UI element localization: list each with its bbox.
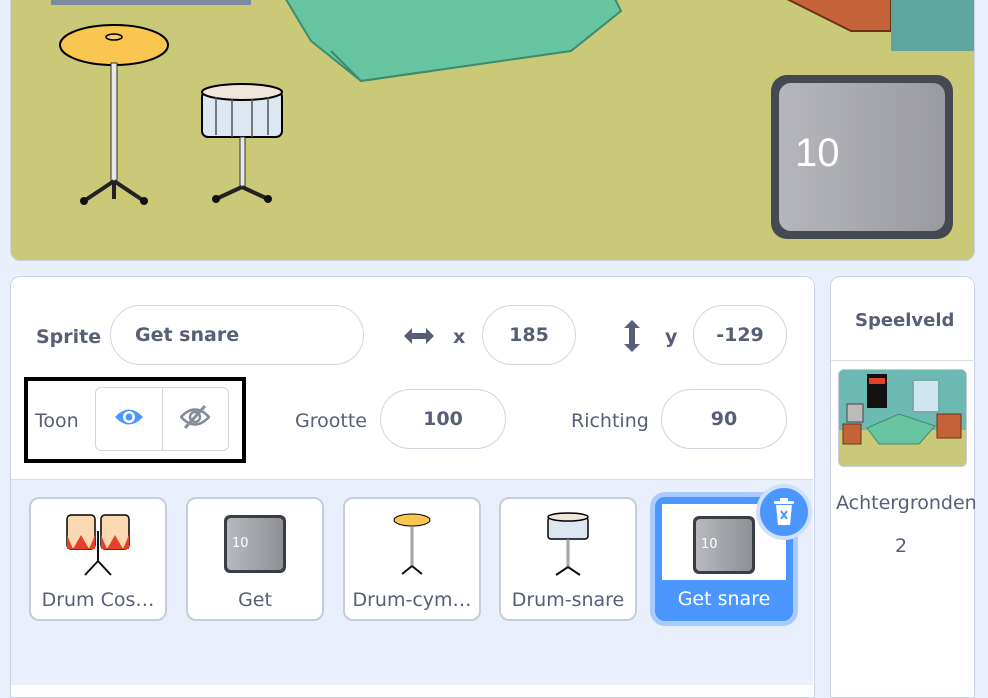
x-label: x (453, 326, 466, 348)
y-value: -129 (716, 324, 764, 346)
hide-button[interactable] (161, 388, 229, 450)
backdrops-label: Achtergronden (836, 492, 977, 514)
y-input[interactable]: -129 (693, 305, 787, 365)
snare-sprite[interactable] (196, 83, 296, 213)
sprite-label: Sprite (36, 326, 102, 348)
cymbal-sprite[interactable] (59, 23, 179, 213)
size-value: 100 (423, 408, 463, 430)
backdrops-count: 2 (895, 535, 908, 557)
sprite-tile[interactable]: Drum Cos… (29, 497, 167, 621)
delete-sprite-button[interactable] (756, 484, 812, 540)
sprite-name: Get snare (677, 588, 771, 610)
backdrop-thumbnail[interactable] (838, 369, 967, 467)
visibility-toggle[interactable] (95, 387, 229, 451)
stage[interactable]: 10 (10, 0, 975, 261)
direction-value: 90 (710, 408, 738, 430)
stage-panel-title: Speelveld (855, 310, 955, 331)
y-label: y (665, 326, 678, 348)
horizontal-arrows-icon (402, 322, 436, 354)
sprite-name: Drum Cos… (41, 589, 155, 611)
stage-selector-panel[interactable] (830, 276, 975, 698)
trash-icon (774, 498, 794, 525)
x-value: 185 (509, 324, 549, 346)
number-button-icon: 10 (224, 515, 286, 573)
sprite-name-input[interactable]: Get snare (110, 305, 364, 365)
divider (831, 360, 973, 361)
snare-drum-icon (547, 512, 589, 576)
eye-icon (114, 406, 144, 432)
vertical-arrows-icon (618, 318, 646, 358)
show-label: Toon (35, 410, 79, 432)
number-button-icon: 10 (693, 516, 755, 574)
direction-label: Richting (571, 410, 649, 432)
sprite-badge: 10 (232, 536, 249, 551)
sprite-name-value: Get snare (135, 324, 240, 346)
conga-drum-icon (66, 514, 130, 576)
x-input[interactable]: 185 (482, 305, 576, 365)
cymbal-icon (393, 513, 431, 575)
number-label: 10 (795, 131, 840, 175)
get-sprite-button[interactable]: 10 (771, 75, 953, 239)
size-label: Grootte (295, 410, 367, 432)
sprite-name: Drum-snare (511, 589, 625, 611)
size-input[interactable]: 100 (380, 389, 506, 449)
eye-slash-icon (179, 404, 211, 434)
sprite-tile[interactable]: 10 Get (186, 497, 324, 621)
sprite-badge: 10 (701, 537, 718, 552)
show-button[interactable] (96, 388, 162, 450)
sprite-tile[interactable]: Drum-snare (499, 497, 637, 621)
sprite-name: Drum-cym… (352, 589, 472, 611)
sprite-tile[interactable]: Drum-cym… (343, 497, 481, 621)
sprite-name: Get (238, 589, 272, 611)
direction-input[interactable]: 90 (661, 389, 787, 449)
